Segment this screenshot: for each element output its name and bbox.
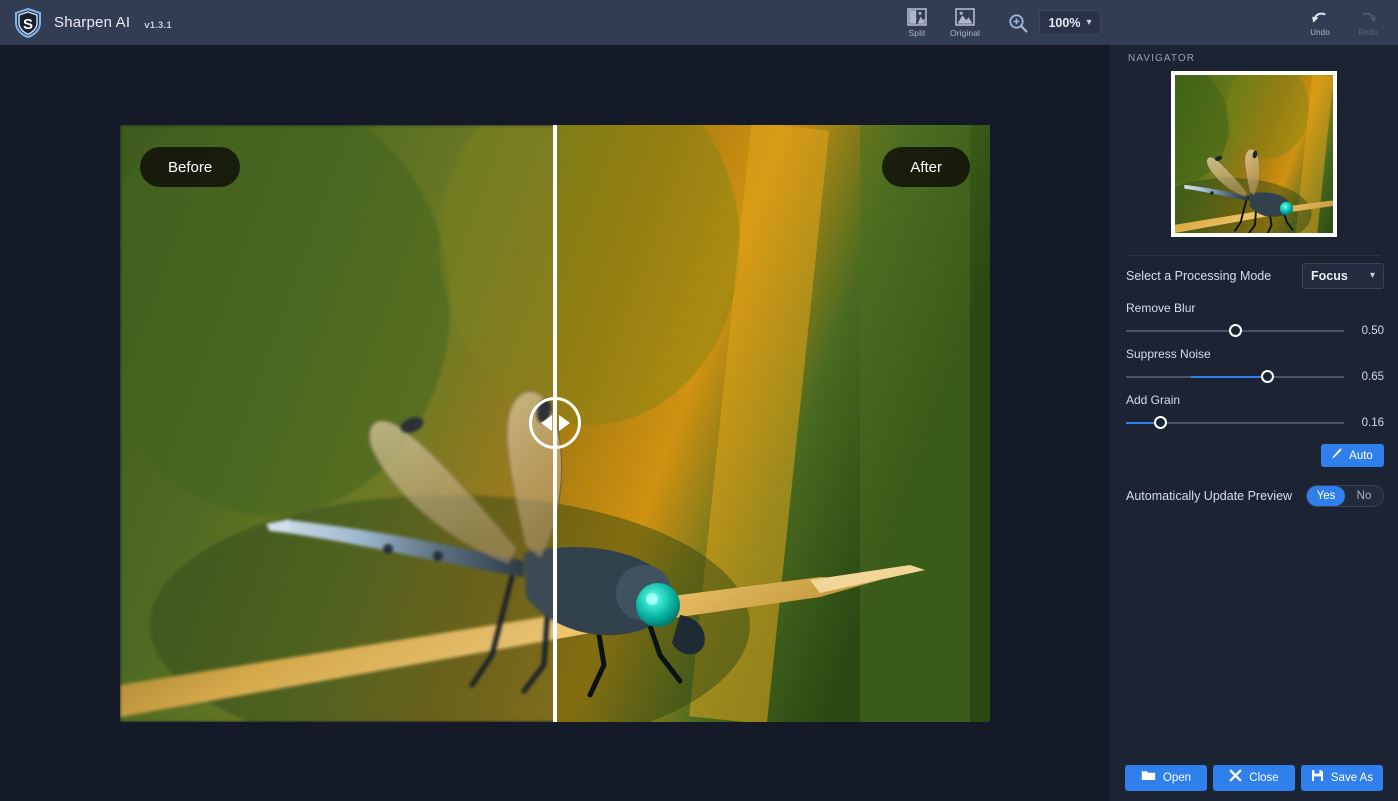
slider-suppress-noise-label: Suppress Noise — [1126, 347, 1211, 361]
zoom-controls: 100% ▾ — [1006, 0, 1101, 45]
navigator-title: NAVIGATOR — [1128, 53, 1196, 64]
split-drag-handle-icon[interactable] — [529, 397, 581, 449]
navigator-thumbnail[interactable] — [1171, 71, 1337, 237]
floppy-save-icon — [1311, 769, 1324, 787]
slider-add-grain-knob[interactable] — [1154, 416, 1168, 429]
panel-divider — [1128, 255, 1380, 256]
processing-mode-label: Select a Processing Mode — [1126, 269, 1272, 283]
zoom-level-value: 100% — [1048, 15, 1081, 30]
auto-button-label: Auto — [1349, 449, 1373, 462]
view-mode-toolbar: Split Original — [893, 0, 989, 45]
redo-button[interactable]: Redo — [1344, 0, 1392, 45]
right-panel: NAVIGATOR Select a Processing Mode Focus… — [1110, 45, 1398, 801]
folder-icon — [1141, 769, 1156, 787]
original-view-icon — [955, 7, 975, 26]
slider-remove-blur-knob[interactable] — [1228, 324, 1242, 337]
shield-s-logo-icon: S — [12, 7, 44, 39]
processing-mode-value: Focus — [1311, 269, 1348, 283]
original-view-label: Original — [949, 27, 981, 38]
svg-text:S: S — [23, 16, 33, 33]
undo-label: Undo — [1310, 28, 1330, 37]
undo-button[interactable]: Undo — [1296, 0, 1344, 45]
toggle-option-yes[interactable]: Yes — [1307, 486, 1345, 506]
before-label-badge: Before — [140, 147, 241, 187]
processing-mode-dropdown[interactable]: Focus ▾ — [1302, 263, 1384, 289]
title-bar: S Sharpen AI v1.3.1 Split Original 100% … — [0, 0, 1398, 45]
auto-update-preview-toggle[interactable]: Yes No — [1306, 485, 1384, 507]
image-thumbnail-dragonfly — [1175, 75, 1333, 233]
toggle-option-no[interactable]: No — [1345, 486, 1383, 506]
slider-add-grain-track[interactable] — [1126, 416, 1344, 430]
auto-row: Auto — [1110, 430, 1398, 467]
split-view-button[interactable]: Split — [893, 0, 941, 45]
app-title: Sharpen AI — [54, 14, 131, 31]
slider-fill — [1191, 376, 1268, 378]
slider-add-grain-value: 0.16 — [1361, 417, 1384, 429]
before-image — [120, 125, 553, 722]
original-view-button[interactable]: Original — [941, 0, 989, 45]
before-label-text: Before — [168, 158, 213, 176]
magic-wand-icon — [1330, 446, 1344, 465]
after-pane — [557, 125, 990, 722]
processing-mode-row: Select a Processing Mode Focus ▾ — [1110, 260, 1398, 292]
magnifier-plus-icon[interactable] — [1006, 11, 1030, 35]
auto-update-preview-label: Automatically Update Preview — [1126, 489, 1293, 503]
slider-remove-blur-value: 0.50 — [1361, 325, 1384, 337]
slider-suppress-noise-track[interactable] — [1126, 370, 1344, 384]
close-x-icon — [1229, 769, 1242, 787]
zoom-level-dropdown[interactable]: 100% ▾ — [1039, 10, 1101, 35]
slider-suppress-noise-value: 0.65 — [1361, 371, 1384, 383]
split-view-label: Split — [908, 27, 926, 38]
slider-remove-blur: Remove Blur 0.50 — [1110, 292, 1398, 338]
panel-footer: Open Close Save As — [1110, 765, 1398, 791]
redo-arrow-icon — [1357, 8, 1379, 26]
before-pane — [120, 125, 553, 722]
brand: S Sharpen AI v1.3.1 — [0, 7, 172, 39]
close-button[interactable]: Close — [1213, 765, 1295, 791]
slider-add-grain-label: Add Grain — [1126, 393, 1181, 407]
slider-remove-blur-track[interactable] — [1126, 324, 1344, 338]
after-label-text: After — [910, 158, 942, 176]
auto-update-preview-row: Automatically Update Preview Yes No — [1110, 467, 1398, 507]
save-as-button[interactable]: Save As — [1301, 765, 1383, 791]
slider-suppress-noise: Suppress Noise 0.65 — [1110, 338, 1398, 384]
app-window: S Sharpen AI v1.3.1 Split Original 100% … — [0, 0, 1398, 801]
close-button-label: Close — [1249, 772, 1279, 784]
app-version: v1.3.1 — [144, 20, 172, 31]
slider-add-grain: Add Grain 0.16 — [1110, 384, 1398, 430]
after-label-badge: After — [882, 147, 970, 187]
arrow-right-icon — [558, 415, 570, 431]
slider-remove-blur-label: Remove Blur — [1126, 301, 1196, 315]
split-view-icon — [907, 7, 927, 26]
history-toolbar: Undo Redo — [1296, 0, 1392, 45]
save-as-button-label: Save As — [1330, 772, 1374, 784]
redo-label: Redo — [1358, 28, 1378, 37]
chevron-down-icon: ▾ — [1369, 270, 1375, 281]
open-button-label: Open — [1162, 772, 1192, 784]
auto-button[interactable]: Auto — [1321, 444, 1384, 467]
after-image — [557, 125, 990, 722]
open-button[interactable]: Open — [1125, 765, 1207, 791]
before-after-canvas[interactable]: Before After — [120, 125, 990, 722]
undo-arrow-icon — [1309, 8, 1331, 26]
settings-section: Select a Processing Mode Focus ▾ Remove … — [1110, 260, 1398, 507]
slider-suppress-noise-knob[interactable] — [1261, 370, 1275, 383]
chevron-down-icon: ▾ — [1086, 16, 1092, 28]
image-stage: Before After — [0, 45, 1110, 801]
arrow-left-icon — [540, 415, 552, 431]
